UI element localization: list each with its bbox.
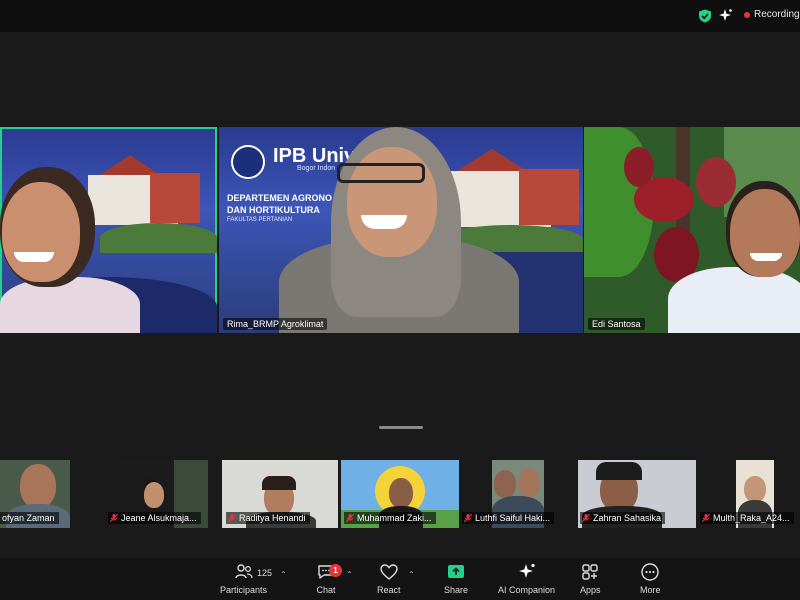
share-screen-icon bbox=[448, 565, 465, 578]
mic-off-icon bbox=[110, 513, 118, 522]
ipb-logo-icon bbox=[231, 145, 265, 179]
participants-label: Participants bbox=[220, 585, 268, 595]
mic-off-icon bbox=[464, 513, 472, 522]
resize-handle[interactable] bbox=[379, 426, 423, 429]
video-tile-3[interactable]: Edi Santosa bbox=[584, 127, 800, 333]
meeting-top-bar: Recording bbox=[0, 0, 800, 32]
react-caret-icon[interactable]: ⌃ bbox=[408, 570, 415, 579]
participants-button[interactable]: Participants bbox=[220, 562, 267, 595]
slide-dept-line2: DAN HORTIKULTURA bbox=[227, 205, 320, 215]
more-icon bbox=[641, 563, 659, 581]
video-grid: IPB Univ Bogor Indon DEPARTEMEN AGRONO D… bbox=[0, 32, 800, 452]
participants-icon bbox=[234, 564, 253, 579]
apps-icon bbox=[582, 564, 598, 580]
record-dot-icon bbox=[744, 11, 750, 18]
ai-companion-icon bbox=[518, 563, 535, 578]
video-tile-1[interactable] bbox=[0, 127, 217, 333]
chat-caret-icon[interactable]: ⌃ bbox=[346, 570, 353, 579]
meeting-toolbar: Participants 125 ⌃ Chat 1 ⌃ React ⌃ Shar… bbox=[0, 558, 800, 600]
apps-button[interactable]: Apps bbox=[580, 562, 601, 595]
react-button[interactable]: React bbox=[377, 562, 401, 595]
slide-dept-line3: FAKULTAS PERTANIAN bbox=[227, 217, 293, 223]
participants-caret-icon[interactable]: ⌃ bbox=[280, 570, 287, 579]
mic-off-icon bbox=[346, 513, 354, 522]
mic-off-icon bbox=[702, 513, 710, 522]
share-button[interactable]: Share bbox=[444, 562, 468, 595]
slide-subtitle: Bogor Indon bbox=[297, 165, 336, 172]
slide-dept-line1: DEPARTEMEN AGRONO bbox=[227, 193, 333, 203]
mic-off-icon bbox=[582, 513, 590, 522]
chat-badge: 1 bbox=[329, 564, 342, 577]
chat-label: Chat bbox=[316, 585, 336, 595]
participant-name-tag: Edi Santosa bbox=[588, 318, 645, 330]
thumbnail-name: Muhammad Zaki... bbox=[344, 512, 436, 524]
thumbnail-name: ofyan Zaman bbox=[0, 512, 59, 524]
thumbnail-name: Luthfi Saiful Haki... bbox=[462, 512, 555, 524]
mic-off-icon bbox=[228, 513, 236, 522]
thumbnail-name: Multh_Raka_A24... bbox=[700, 512, 794, 524]
apps-label: Apps bbox=[580, 585, 601, 595]
shield-check-icon[interactable] bbox=[698, 9, 712, 23]
recording-indicator[interactable]: Recording bbox=[744, 9, 800, 20]
ai-companion-button[interactable]: AI Companion bbox=[498, 562, 555, 595]
participants-count: 125 bbox=[257, 568, 273, 578]
more-label: More bbox=[640, 585, 661, 595]
more-button[interactable]: More bbox=[640, 562, 661, 595]
participant-thumbnail-strip: ofyan Zaman Jeane Alsukmaja... Raditya H… bbox=[0, 452, 800, 558]
thumbnail-name: Zahran Sahasika bbox=[580, 512, 666, 524]
share-label: Share bbox=[444, 585, 469, 595]
participant-name-tag: Rima_BRMP Agroklimat bbox=[223, 318, 328, 330]
video-tile-2[interactable]: IPB Univ Bogor Indon DEPARTEMEN AGRONO D… bbox=[219, 127, 583, 333]
sparkle-icon[interactable] bbox=[718, 8, 733, 23]
heart-icon bbox=[380, 564, 398, 580]
ai-companion-label: AI Companion bbox=[498, 585, 556, 595]
thumbnail-name: Jeane Alsukmaja... bbox=[108, 512, 201, 524]
recording-label: Recording bbox=[754, 9, 800, 20]
react-label: React bbox=[377, 585, 401, 595]
thumbnail-name: Raditya Henandi bbox=[226, 512, 310, 524]
